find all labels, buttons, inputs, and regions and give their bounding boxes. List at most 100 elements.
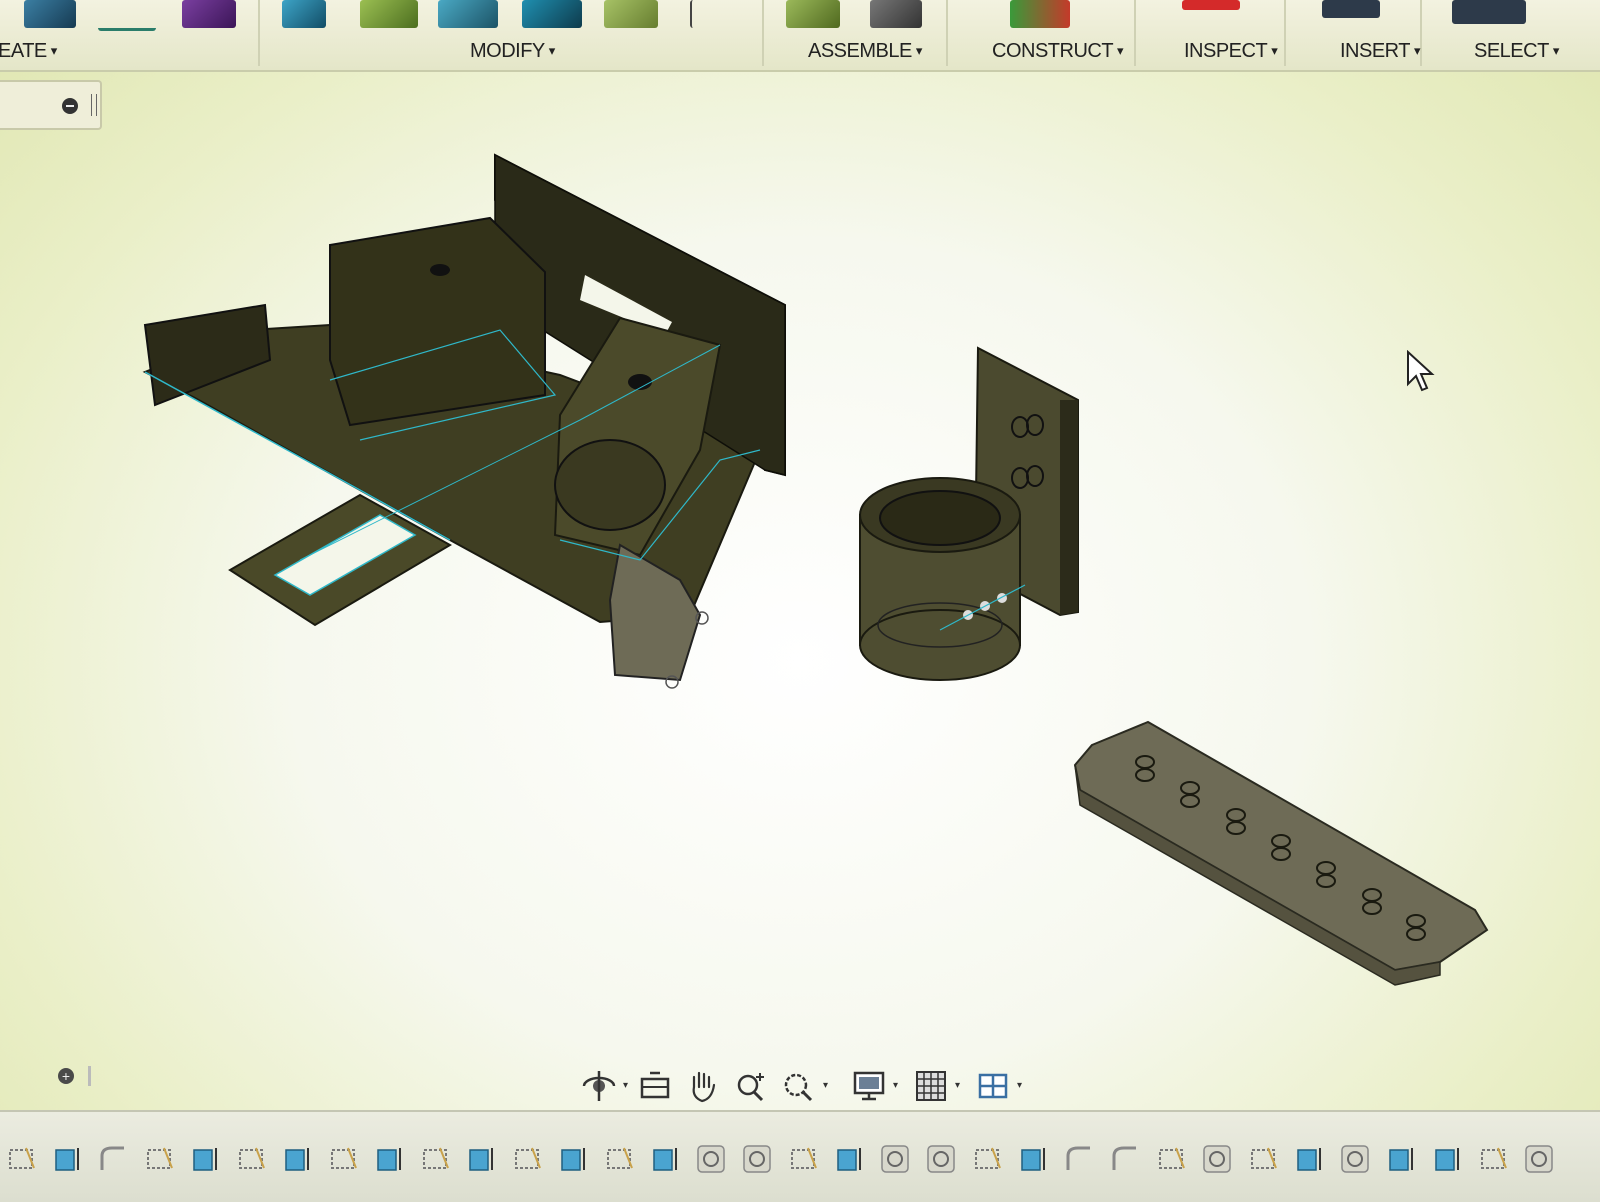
modify-menu[interactable]: MODIFY ▾ <box>470 40 555 63</box>
model-canvas[interactable] <box>0 72 1600 1102</box>
insert-image-icon[interactable] <box>1322 0 1380 18</box>
grid-settings-icon[interactable]: ▾ <box>912 1067 960 1105</box>
modify-scale-icon[interactable] <box>604 0 658 28</box>
modify-shell-icon[interactable] <box>522 0 582 28</box>
top-toolbar: EATE ▾ MODIFY ▾ ASSEMBLE ▾ CONSTRUCT ▾ INSPE… <box>0 0 1600 72</box>
toolbar-separator <box>1420 0 1422 66</box>
timeline-sketch-icon[interactable] <box>142 1142 176 1176</box>
insert-menu[interactable]: INSERT ▾ <box>1340 40 1421 63</box>
timeline-sketch-icon[interactable] <box>234 1142 268 1176</box>
timeline-bar <box>0 1110 1600 1202</box>
timeline-extrude-icon[interactable] <box>1292 1142 1326 1176</box>
chevron-down-icon[interactable]: ▾ <box>1017 1080 1022 1091</box>
timeline-hole-icon[interactable] <box>694 1142 728 1176</box>
timeline-extrude-icon[interactable] <box>50 1142 84 1176</box>
timeline-sketch-icon[interactable] <box>1246 1142 1280 1176</box>
assemble-menu[interactable]: ASSEMBLE ▾ <box>808 40 922 63</box>
pan-icon[interactable] <box>684 1067 722 1105</box>
construct-menu-label: CONSTRUCT <box>992 40 1114 62</box>
assemble-new-component-icon[interactable] <box>786 0 840 28</box>
screw-hole <box>430 264 450 276</box>
timeline-fillet-icon[interactable] <box>1108 1142 1142 1176</box>
chevron-down-icon: ▾ <box>50 43 58 58</box>
construct-menu[interactable]: CONSTRUCT ▾ <box>992 40 1124 63</box>
chevron-down-icon: ▾ <box>1271 43 1278 58</box>
timeline-extrude-icon[interactable] <box>648 1142 682 1176</box>
create-form-icon[interactable] <box>182 0 236 28</box>
zoom-icon[interactable] <box>732 1067 770 1105</box>
chevron-down-icon: ▾ <box>915 43 923 58</box>
timeline-sketch-icon[interactable] <box>602 1142 636 1176</box>
timeline-sketch-icon[interactable] <box>418 1142 452 1176</box>
motor-box <box>329 216 546 427</box>
timeline-extrude-icon[interactable] <box>1384 1142 1418 1176</box>
timeline-hole-icon[interactable] <box>1200 1142 1234 1176</box>
timeline-hole-icon[interactable] <box>924 1142 958 1176</box>
select-menu[interactable]: SELECT ▾ <box>1474 40 1559 63</box>
timeline-extrude-icon[interactable] <box>1430 1142 1464 1176</box>
chevron-down-icon: ▾ <box>1552 43 1560 58</box>
add-comment-icon[interactable]: + <box>58 1068 74 1084</box>
chevron-down-icon: ▾ <box>1117 43 1124 58</box>
timeline-fillet-icon[interactable] <box>96 1142 130 1176</box>
modify-presspull-icon[interactable] <box>282 0 326 28</box>
toolbar-icon-row <box>0 0 1600 32</box>
timeline-hole-icon[interactable] <box>1522 1142 1556 1176</box>
timeline-extrude-icon[interactable] <box>372 1142 406 1176</box>
comment-panel-handle[interactable] <box>88 1066 91 1086</box>
modify-fillet-icon[interactable] <box>360 0 418 28</box>
navigation-bar: ▾ ▾ ▾ ▾ ▾ <box>580 1066 1022 1106</box>
timeline-hole-icon[interactable] <box>1338 1142 1372 1176</box>
mouse-pointer-icon <box>1407 350 1435 392</box>
create-sketch-line-icon[interactable] <box>98 0 156 31</box>
chevron-down-icon[interactable]: ▾ <box>823 1080 828 1091</box>
perforated-strip-body[interactable] <box>1073 720 1489 986</box>
toolbar-separator <box>1134 0 1136 66</box>
timeline-extrude-icon[interactable] <box>280 1142 314 1176</box>
modify-chamfer-icon[interactable] <box>438 0 498 28</box>
toolbar-separator <box>946 0 948 66</box>
cup-bottom <box>859 609 1021 681</box>
timeline-sketch-icon[interactable] <box>1476 1142 1510 1176</box>
create-menu[interactable]: EATE ▾ <box>0 40 57 63</box>
fit-icon[interactable]: ▾ <box>780 1067 828 1105</box>
select-arrow-icon[interactable] <box>1452 0 1526 24</box>
inspect-measure-icon[interactable] <box>1182 0 1240 10</box>
plate-side <box>1060 400 1078 615</box>
timeline-sketch-icon[interactable] <box>4 1142 38 1176</box>
create-menu-label: EATE <box>0 40 47 62</box>
chevron-down-icon: ▾ <box>548 43 556 58</box>
timeline-extrude-icon[interactable] <box>1016 1142 1050 1176</box>
create-sphere-icon[interactable] <box>24 0 76 28</box>
cup-inner <box>879 490 1001 546</box>
timeline-extrude-icon[interactable] <box>832 1142 866 1176</box>
timeline-hole-icon[interactable] <box>878 1142 912 1176</box>
timeline-extrude-icon[interactable] <box>464 1142 498 1176</box>
timeline-sketch-icon[interactable] <box>510 1142 544 1176</box>
assemble-joint-icon[interactable] <box>870 0 922 28</box>
modify-move-icon[interactable] <box>690 0 742 28</box>
timeline-sketch-icon[interactable] <box>326 1142 360 1176</box>
bracket-assembly-body[interactable] <box>142 153 786 689</box>
cylinder-cup-body[interactable] <box>859 346 1079 681</box>
display-settings-icon[interactable]: ▾ <box>850 1067 898 1105</box>
chevron-down-icon[interactable]: ▾ <box>893 1080 898 1091</box>
timeline-fillet-icon[interactable] <box>1062 1142 1096 1176</box>
timeline-sketch-icon[interactable] <box>970 1142 1004 1176</box>
orbit-icon[interactable]: ▾ <box>580 1067 628 1105</box>
chevron-down-icon: ▾ <box>1413 43 1421 58</box>
inspect-menu[interactable]: INSPECT ▾ <box>1184 40 1278 63</box>
chevron-down-icon[interactable]: ▾ <box>623 1080 628 1091</box>
viewports-icon[interactable]: ▾ <box>974 1067 1022 1105</box>
timeline-items <box>0 1142 1556 1182</box>
timeline-hole-icon[interactable] <box>740 1142 774 1176</box>
timeline-sketch-icon[interactable] <box>786 1142 820 1176</box>
canvas-viewport[interactable] <box>0 72 1600 1102</box>
toolbar-separator <box>762 0 764 66</box>
construct-plane-icon[interactable] <box>1010 0 1070 28</box>
timeline-sketch-icon[interactable] <box>1154 1142 1188 1176</box>
timeline-extrude-icon[interactable] <box>188 1142 222 1176</box>
timeline-extrude-icon[interactable] <box>556 1142 590 1176</box>
chevron-down-icon[interactable]: ▾ <box>955 1080 960 1091</box>
look-at-icon[interactable] <box>636 1067 674 1105</box>
